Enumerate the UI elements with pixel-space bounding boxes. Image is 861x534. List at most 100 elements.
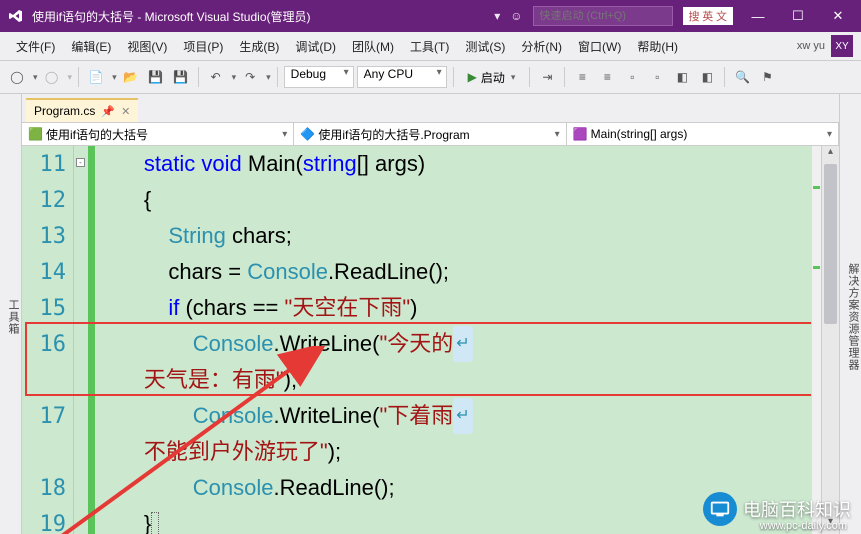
file-tabs: Program.cs 📌 ✕ (22, 94, 839, 122)
save-button[interactable]: 💾 (145, 66, 167, 88)
line-number: 18 (22, 470, 74, 506)
gutter: 11 12 13 14 15 16 17 18 19 (22, 146, 74, 534)
menu-tools[interactable]: 工具(T) (402, 34, 457, 59)
menu-build[interactable]: 生成(B) (231, 34, 287, 59)
menu-help[interactable]: 帮助(H) (629, 34, 686, 59)
scroll-thumb[interactable] (824, 164, 837, 324)
collapse-toggle[interactable]: - (76, 158, 85, 167)
change-margin (88, 146, 95, 534)
close-button[interactable]: ✕ (823, 8, 853, 24)
scroll-up-icon[interactable]: ▴ (822, 146, 839, 164)
overview-ruler[interactable] (811, 146, 821, 534)
start-dd[interactable]: ▾ (511, 72, 516, 83)
toolbox-tab[interactable]: 工具箱 (5, 299, 21, 335)
change-marker (88, 146, 95, 534)
indent-button[interactable]: ◧ (671, 66, 693, 88)
menu-window[interactable]: 窗口(W) (570, 34, 629, 59)
menu-bar: 文件(F) 编辑(E) 视图(V) 项目(P) 生成(B) 调试(D) 团队(M… (0, 32, 861, 60)
redo-button[interactable]: ↷ (239, 66, 261, 88)
code-line: static void Main(string[] args) (95, 146, 811, 182)
code-line-wrap: 天气是：有雨"); (95, 362, 811, 398)
comment-button[interactable]: ≡ (571, 66, 593, 88)
config-combo[interactable]: Debug (284, 66, 354, 88)
file-tab-program[interactable]: Program.cs 📌 ✕ (26, 98, 138, 122)
code-line: { (95, 182, 811, 218)
watermark-url: www.pc-daily.com (760, 520, 847, 532)
line-number: 12 (22, 182, 74, 218)
bookmark-button[interactable]: ▫ (621, 66, 643, 88)
code-line: String chars; (95, 218, 811, 254)
outdent-button[interactable]: ◧ (696, 66, 718, 88)
user-name[interactable]: xw yu (797, 40, 825, 52)
undo-button[interactable]: ↶ (205, 66, 227, 88)
menu-debug[interactable]: 调试(D) (287, 34, 344, 59)
start-debug-button[interactable]: ▶ 启动 ▾ (460, 66, 524, 88)
maximize-button[interactable]: ☐ (783, 8, 813, 24)
line-number: 17 (22, 398, 74, 434)
method-icon: 🟪 (573, 127, 587, 141)
workspace: 工具箱 Program.cs 📌 ✕ 🟩 使用if语句的大括号 🔷 使用if语句… (0, 94, 861, 534)
nav-project-combo[interactable]: 🟩 使用if语句的大括号 (22, 123, 294, 145)
class-icon: 🔷 (300, 127, 314, 141)
overview-mark (813, 266, 820, 269)
pin-icon[interactable]: 📌 (101, 105, 115, 118)
platform-combo[interactable]: Any CPU (357, 66, 447, 88)
nav-bar: 🟩 使用if语句的大括号 🔷 使用if语句的大括号.Program 🟪 Main… (22, 122, 839, 146)
new-dd[interactable]: ▾ (112, 72, 117, 83)
code-content[interactable]: static void Main(string[] args) { String… (95, 146, 811, 534)
title-bar: 使用if语句的大括号 - Microsoft Visual Studio(管理员… (0, 0, 861, 32)
window-title: 使用if语句的大括号 - Microsoft Visual Studio(管理员… (32, 8, 311, 25)
line-number: 19 (22, 506, 74, 534)
nav-back-dd[interactable]: ▾ (33, 72, 38, 83)
line-number: 14 (22, 254, 74, 290)
code-line: Console.WriteLine("今天的 ↵ (95, 326, 811, 362)
tab-close-icon[interactable]: ✕ (121, 105, 130, 118)
line-number: 15 (22, 290, 74, 326)
minimize-button[interactable]: ― (743, 9, 773, 24)
left-sidebar: 工具箱 (0, 94, 22, 534)
csproj-icon: 🟩 (28, 127, 42, 141)
editor-area: Program.cs 📌 ✕ 🟩 使用if语句的大括号 🔷 使用if语句的大括号… (22, 94, 839, 534)
code-editor[interactable]: 11 12 13 14 15 16 17 18 19 - static void… (22, 146, 839, 534)
watermark-text: 电脑百科知识 (743, 496, 851, 522)
menu-file[interactable]: 文件(F) (8, 34, 63, 59)
nav-member-combo[interactable]: 🟪 Main(string[] args) (567, 123, 839, 145)
step-button[interactable]: ⇥ (536, 66, 558, 88)
vertical-scrollbar[interactable]: ▴ ▾ (821, 146, 839, 534)
redo-dd[interactable]: ▾ (266, 72, 271, 83)
quick-launch-input[interactable] (533, 6, 673, 26)
code-line: chars = Console.ReadLine(); (95, 254, 811, 290)
new-project-button[interactable]: 📄 (85, 66, 107, 88)
wrap-indicator-icon: ↵ (453, 326, 472, 362)
uncomment-button[interactable]: ≡ (596, 66, 618, 88)
feedback-icon[interactable]: ☺ (510, 9, 522, 23)
menu-project[interactable]: 项目(P) (175, 34, 231, 59)
solution-explorer-tab[interactable]: 解决方案资源管理器 (845, 263, 861, 371)
wrap-indicator-icon: ↵ (453, 398, 472, 434)
ime-badge[interactable]: 搜 英 文 (683, 7, 734, 25)
line-number: 13 (22, 218, 74, 254)
right-sidebar: 解决方案资源管理器 团队资源管理器 诊断工具 属性 (839, 94, 861, 534)
flag-button[interactable]: ⚑ (756, 66, 778, 88)
nav-back-button[interactable]: ◯ (6, 66, 28, 88)
save-all-button[interactable]: 💾 (170, 66, 192, 88)
open-button[interactable]: 📂 (120, 66, 142, 88)
nav-class-combo[interactable]: 🔷 使用if语句的大括号.Program (294, 123, 566, 145)
code-line-wrap: 不能到户外游玩了"); (95, 434, 811, 470)
watermark-logo-icon (703, 492, 737, 526)
user-avatar[interactable]: XY (831, 35, 853, 57)
nav-project-label: 使用if语句的大括号 (46, 126, 148, 143)
undo-dd[interactable]: ▾ (232, 72, 237, 83)
code-line: Console.WriteLine("下着雨 ↵ (95, 398, 811, 434)
menu-team[interactable]: 团队(M) (344, 34, 402, 59)
menu-test[interactable]: 测试(S) (457, 34, 513, 59)
menu-edit[interactable]: 编辑(E) (63, 34, 119, 59)
notification-icon[interactable]: ▾ (494, 9, 500, 23)
bookmark2-button[interactable]: ▫ (646, 66, 668, 88)
vs-logo-icon (8, 8, 24, 24)
menu-view[interactable]: 视图(V) (119, 34, 175, 59)
nav-fwd-button[interactable]: ◯ (41, 66, 63, 88)
menu-analyze[interactable]: 分析(N) (513, 34, 570, 59)
nav-fwd-dd[interactable]: ▾ (68, 72, 73, 83)
find-button[interactable]: 🔍 (731, 66, 753, 88)
